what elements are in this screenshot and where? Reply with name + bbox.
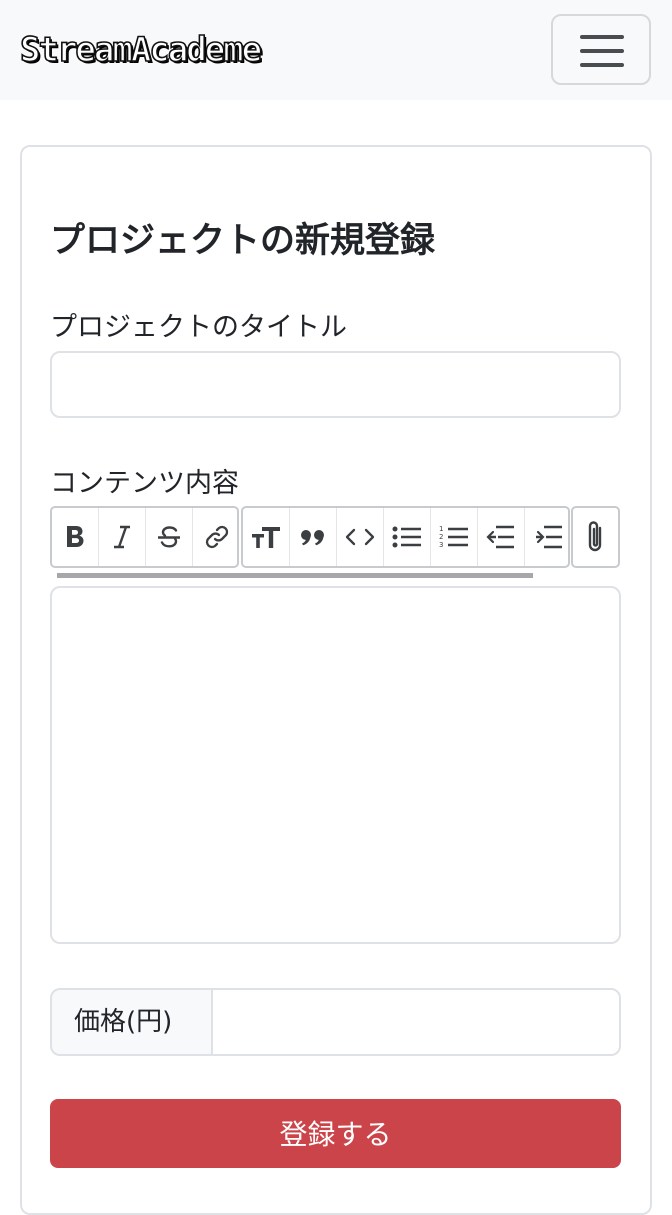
svg-text:2: 2 — [439, 533, 443, 541]
text-tools-group — [50, 506, 239, 568]
strikethrough-button[interactable] — [146, 508, 193, 566]
increase-indent-icon — [533, 523, 565, 551]
code-button[interactable] — [337, 508, 384, 566]
content-label: コンテンツ内容 — [50, 468, 239, 499]
italic-icon — [111, 523, 133, 551]
heading-button[interactable] — [243, 508, 290, 566]
link-icon — [203, 523, 231, 551]
attach-files-icon — [584, 519, 608, 555]
increase-indent-button[interactable] — [525, 508, 572, 566]
heading-icon — [250, 523, 282, 551]
italic-button[interactable] — [99, 508, 146, 566]
upload-progress-bar — [57, 573, 533, 578]
bullet-list-button[interactable] — [384, 508, 431, 566]
bold-icon — [63, 523, 87, 551]
svg-text:1: 1 — [439, 525, 443, 533]
navbar-toggle-button[interactable] — [551, 14, 651, 85]
bullet-list-icon — [391, 523, 423, 551]
title-label: プロジェクトのタイトル — [50, 312, 347, 343]
block-tools-group: 1 2 3 — [241, 506, 570, 568]
numbered-list-icon: 1 2 3 — [438, 523, 470, 551]
file-tools-group — [571, 506, 620, 568]
link-button[interactable] — [193, 508, 240, 566]
brand-logo[interactable]: StreamAcademe — [19, 28, 263, 72]
navbar: StreamAcademe — [0, 0, 672, 100]
strikethrough-icon — [155, 523, 183, 551]
price-label: 価格(円) — [50, 988, 213, 1056]
numbered-list-button[interactable]: 1 2 3 — [431, 508, 478, 566]
page-title: プロジェクトの新規登録 — [50, 221, 436, 261]
content-editor[interactable] — [50, 586, 621, 944]
svg-text:3: 3 — [439, 541, 443, 549]
price-input[interactable] — [211, 988, 621, 1056]
title-input[interactable] — [50, 351, 621, 418]
attach-files-button[interactable] — [573, 508, 618, 566]
decrease-indent-icon — [485, 523, 517, 551]
code-icon — [344, 523, 376, 551]
submit-button[interactable]: 登録する — [50, 1099, 621, 1168]
quote-button[interactable] — [290, 508, 337, 566]
bold-button[interactable] — [52, 508, 99, 566]
price-input-group: 価格(円) — [50, 988, 621, 1056]
quote-icon — [298, 523, 328, 551]
decrease-indent-button[interactable] — [478, 508, 525, 566]
